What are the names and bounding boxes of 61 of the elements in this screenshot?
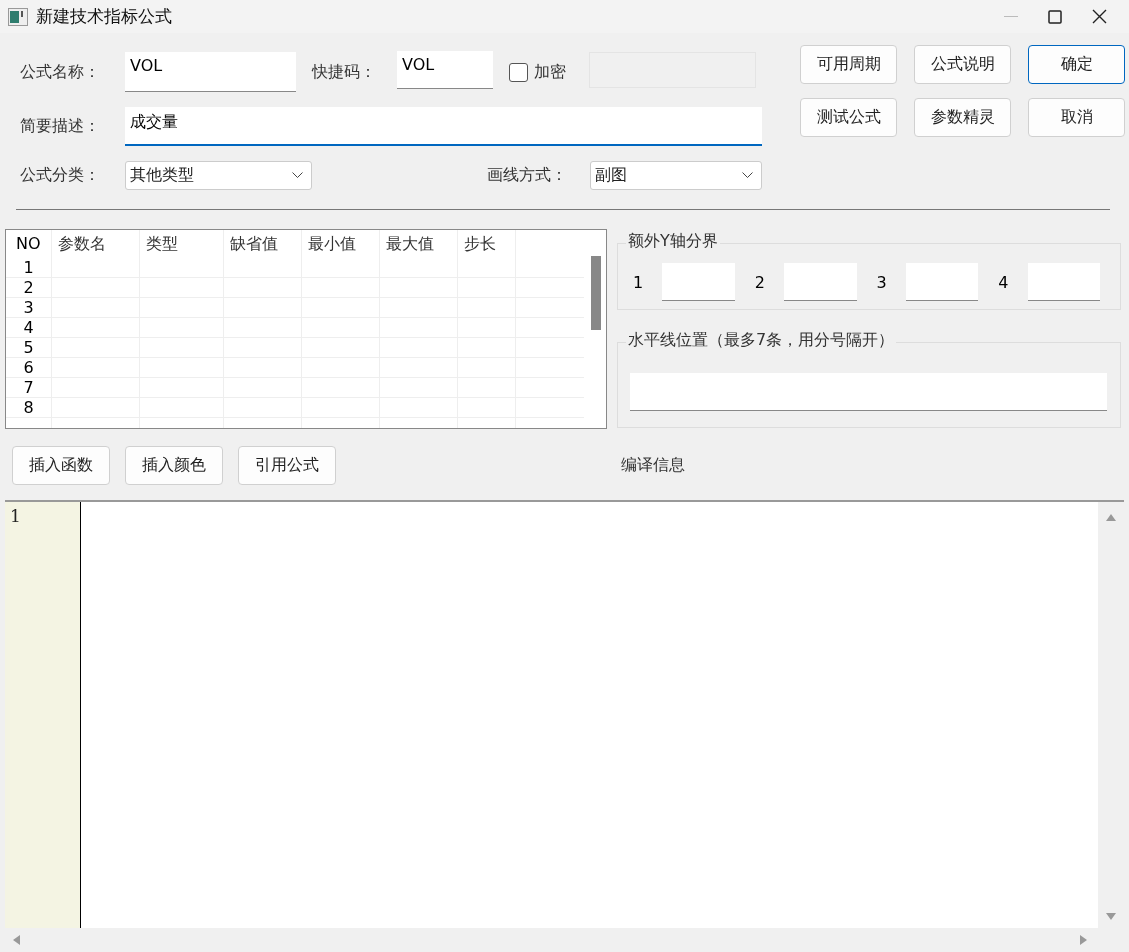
group-title: 水平线位置（最多7条，用分号隔开）: [626, 330, 897, 351]
draw-mode-dropdown[interactable]: 副图: [590, 160, 762, 190]
scroll-down-icon[interactable]: [1106, 913, 1116, 920]
column-header: 类型: [140, 230, 224, 258]
encrypt-checkbox[interactable]: [509, 62, 528, 82]
row-number: 7: [6, 378, 52, 398]
column-header: NO: [6, 230, 52, 258]
row-number: 2: [6, 278, 52, 298]
editor-button[interactable]: 插入函数: [12, 446, 110, 485]
name-field[interactable]: VOL: [125, 52, 296, 92]
field-label: 公式名称：: [20, 61, 101, 83]
horizontal-lines-field[interactable]: [630, 373, 1107, 411]
row-number: 8: [6, 398, 52, 418]
dialog-button[interactable]: 可用周期: [800, 45, 897, 84]
description-field[interactable]: 成交量: [125, 106, 762, 146]
field-label: 公式分类：: [20, 164, 101, 186]
scroll-right-icon[interactable]: [1080, 935, 1087, 945]
chevron-down-icon: [742, 171, 753, 178]
row-number: 1: [6, 258, 52, 278]
field-label: 快捷码：: [312, 61, 377, 83]
editor-button[interactable]: 引用公式: [238, 446, 336, 485]
category-dropdown[interactable]: 其他类型: [125, 160, 312, 190]
dialog-button[interactable]: 测试公式: [800, 98, 897, 137]
code-editor[interactable]: 1: [5, 500, 1124, 952]
field-label: 4: [998, 272, 1010, 292]
y-boundary-field[interactable]: [662, 263, 735, 301]
row-number: 3: [6, 298, 52, 318]
maximize-icon[interactable]: [1048, 9, 1062, 24]
editor-button[interactable]: 插入颜色: [125, 446, 223, 485]
dialog-button[interactable]: 取消: [1028, 98, 1125, 137]
field-label: 2: [754, 272, 766, 292]
scroll-up-icon[interactable]: [1106, 514, 1116, 521]
group-title: 额外Y轴分界: [626, 231, 720, 252]
window-icon: [8, 7, 28, 26]
y-boundary-field[interactable]: [905, 263, 979, 301]
dialog-button[interactable]: 确定: [1028, 45, 1125, 84]
row-number: 5: [6, 338, 52, 358]
chevron-down-icon: [292, 171, 303, 178]
checkbox-label: 加密: [534, 61, 566, 83]
row-number: 6: [6, 358, 52, 378]
dialog-button[interactable]: 公式说明: [914, 45, 1011, 84]
field-label: 3: [876, 272, 888, 292]
row-number: 4: [6, 318, 52, 338]
field-label: 画线方式：: [487, 164, 568, 186]
scrollbar-thumb[interactable]: [591, 256, 601, 330]
dialog-button[interactable]: 参数精灵: [914, 98, 1011, 137]
line-number: 1: [10, 506, 21, 526]
column-header: 缺省值: [224, 230, 302, 258]
y-boundary-field[interactable]: [1027, 263, 1100, 301]
scroll-left-icon[interactable]: [13, 935, 20, 945]
field-label: 1: [633, 272, 645, 292]
column-header: 最小值: [302, 230, 380, 258]
column-header: 最大值: [380, 230, 458, 258]
window-title: 新建技术指标公式: [36, 5, 172, 28]
compile-info-label: 编译信息: [621, 455, 685, 476]
shortcut-field[interactable]: VOL: [397, 51, 493, 89]
field-label: 简要描述：: [20, 115, 101, 137]
column-header: 步长: [458, 230, 516, 258]
column-header: 参数名: [52, 230, 140, 258]
close-icon[interactable]: [1092, 9, 1107, 24]
y-boundary-field[interactable]: [784, 263, 857, 301]
